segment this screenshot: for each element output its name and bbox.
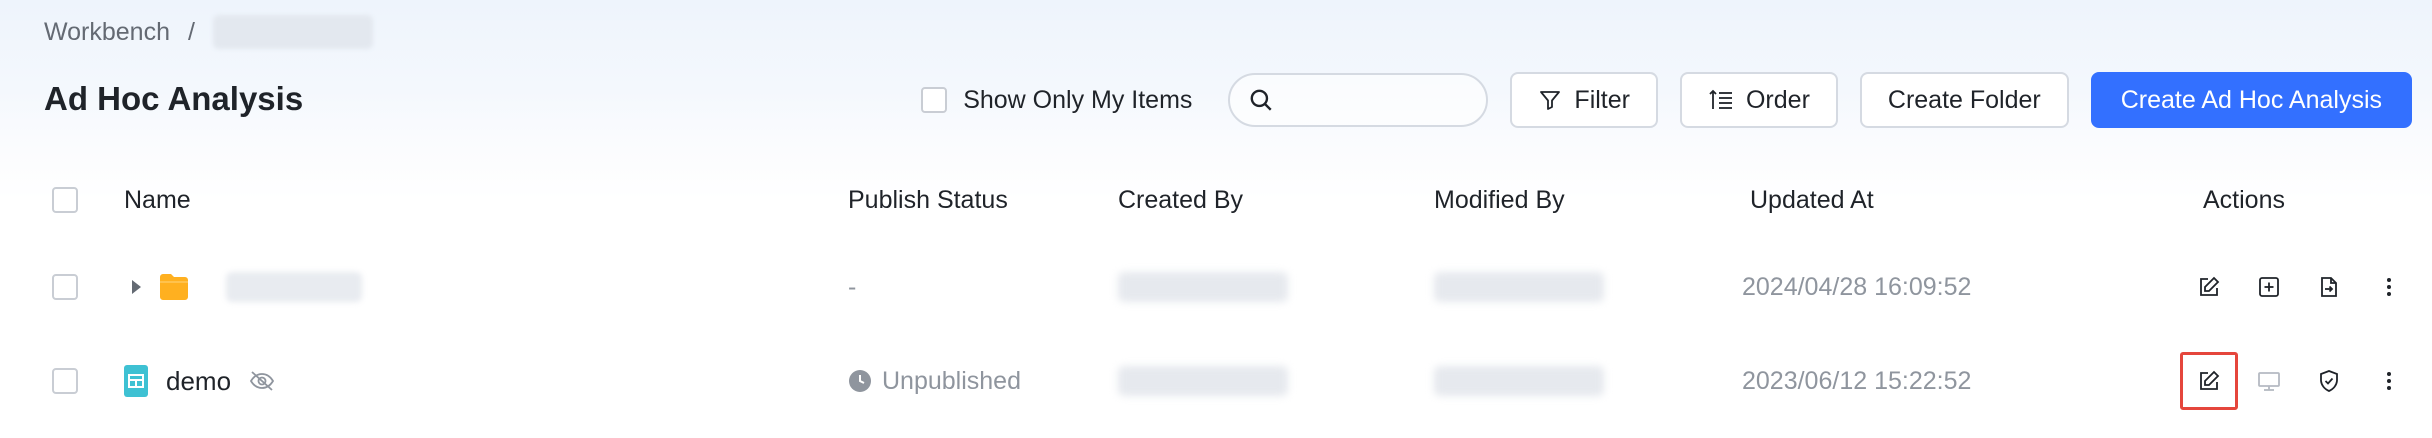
more-icon[interactable] (2360, 258, 2418, 316)
created-by-redacted (1118, 366, 1288, 396)
row-checkbox[interactable] (52, 368, 78, 394)
breadcrumb: Workbench / (44, 14, 373, 50)
row-publish-status: - (848, 272, 857, 301)
clock-icon (848, 369, 872, 393)
toolbar: Show Only My Items Filter Order Create F… (921, 72, 2412, 128)
filter-button[interactable]: Filter (1510, 72, 1658, 128)
modified-by-redacted (1434, 272, 1604, 302)
add-icon[interactable] (2240, 258, 2298, 316)
show-only-my-items-label: Show Only My Items (963, 85, 1193, 114)
row-name[interactable]: demo (166, 366, 231, 397)
filter-label: Filter (1574, 85, 1630, 114)
row-updated-at: 2024/04/28 16:09:52 (1742, 272, 1972, 301)
column-header-updated-at: Updated At (1750, 185, 1874, 214)
create-ad-hoc-analysis-button[interactable]: Create Ad Hoc Analysis (2090, 72, 2412, 128)
table-header-row: Name Publish Status Created By Modified … (0, 160, 2432, 240)
search-box[interactable] (1228, 73, 1489, 127)
filter-icon (1538, 88, 1562, 112)
column-header-publish-status: Publish Status (848, 185, 1008, 214)
search-icon (1248, 87, 1274, 113)
folder-icon (158, 272, 190, 302)
analysis-table: Name Publish Status Created By Modified … (0, 160, 2432, 428)
row-publish-status: Unpublished (882, 366, 1021, 395)
create-ad-hoc-analysis-label: Create Ad Hoc Analysis (2120, 85, 2382, 114)
breadcrumb-separator: / (188, 17, 195, 46)
breadcrumb-root[interactable]: Workbench (44, 18, 170, 47)
order-button[interactable]: Order (1679, 72, 1838, 128)
column-header-name: Name (124, 185, 191, 214)
move-icon[interactable] (2300, 258, 2358, 316)
order-label: Order (1745, 85, 1810, 114)
search-input[interactable] (1282, 86, 1477, 114)
create-folder-button[interactable]: Create Folder (1859, 72, 2069, 128)
edit-icon[interactable] (2180, 352, 2238, 410)
more-icon[interactable] (2360, 352, 2418, 410)
page-title: Ad Hoc Analysis (44, 80, 304, 117)
sort-icon (1708, 88, 1734, 112)
breadcrumb-current-redacted (212, 15, 373, 49)
column-header-modified-by: Modified By (1434, 185, 1565, 214)
create-folder-label: Create Folder (1887, 85, 2041, 114)
hidden-eye-icon (249, 370, 275, 392)
row-updated-at: 2023/06/12 15:22:52 (1742, 366, 1972, 395)
dataset-icon (124, 365, 148, 397)
row-actions (2180, 258, 2420, 316)
shield-icon[interactable] (2300, 352, 2358, 410)
column-header-created-by: Created By (1118, 185, 1244, 214)
folder-name-redacted (226, 272, 362, 302)
table-row[interactable]: demo Unpublished 2023/06/12 15:22:52 (0, 334, 2432, 428)
row-checkbox[interactable] (52, 274, 78, 300)
show-only-my-items-checkbox[interactable] (921, 87, 948, 113)
expand-caret-icon[interactable] (124, 278, 148, 296)
monitor-icon[interactable] (2240, 352, 2298, 410)
select-all-checkbox[interactable] (52, 187, 78, 213)
show-only-my-items-toggle[interactable]: Show Only My Items (921, 86, 1192, 115)
modified-by-redacted (1434, 366, 1604, 396)
table-row[interactable]: - 2024/04/28 16:09:52 (0, 240, 2432, 334)
edit-icon[interactable] (2180, 258, 2238, 316)
column-header-actions: Actions (2203, 185, 2285, 214)
created-by-redacted (1118, 272, 1288, 302)
row-actions (2180, 352, 2420, 410)
